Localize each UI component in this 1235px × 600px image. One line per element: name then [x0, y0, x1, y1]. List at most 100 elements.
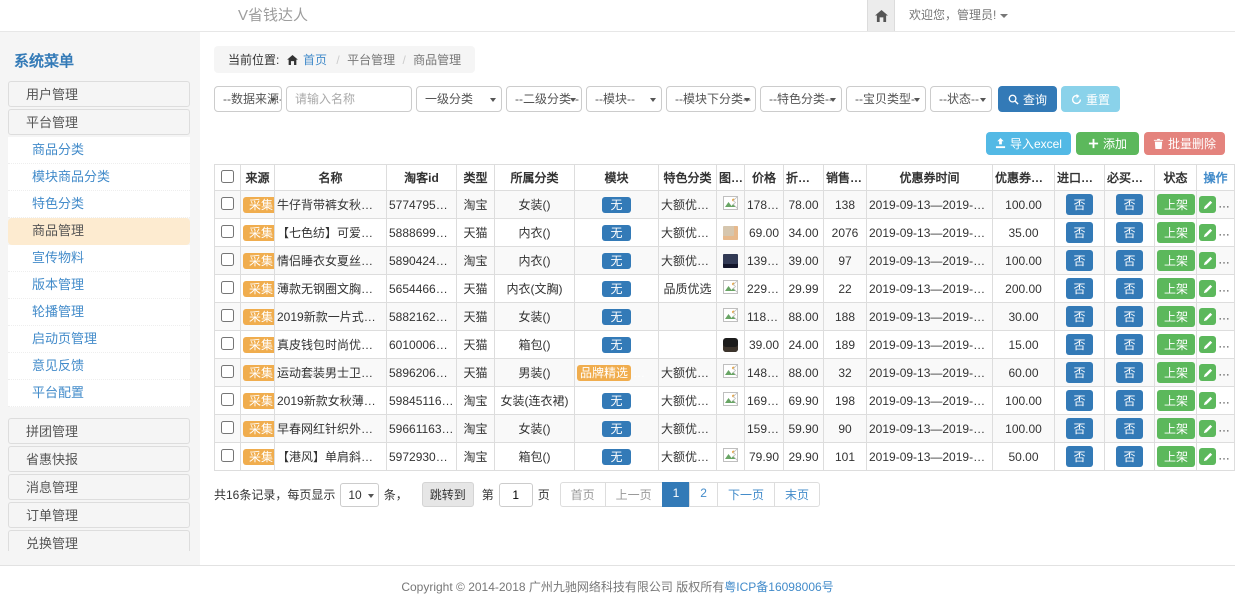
must-buy-toggle[interactable]: 否 [1116, 222, 1142, 243]
name-search-input[interactable] [286, 86, 412, 112]
edit-button[interactable] [1199, 392, 1216, 409]
pager-page-2[interactable]: 2 [689, 482, 718, 507]
sidebar-item-discount-bulletin[interactable]: 省惠快报 [8, 446, 190, 472]
sidebar-item-platform-management[interactable]: 平台管理 [8, 109, 190, 135]
status-toggle[interactable]: 上架 [1157, 334, 1195, 355]
edit-button[interactable] [1199, 420, 1216, 437]
import-select-toggle[interactable]: 否 [1066, 362, 1092, 383]
sidebar-item-promo-material[interactable]: 宣传物料 [8, 245, 190, 272]
edit-button[interactable] [1199, 280, 1216, 297]
icp-link[interactable]: 粤ICP备16098006号 [724, 580, 833, 594]
must-buy-toggle[interactable]: 否 [1116, 334, 1142, 355]
row-checkbox[interactable] [221, 253, 234, 266]
price: 178.00 [745, 191, 784, 219]
sidebar-item-message-management[interactable]: 消息管理 [8, 474, 190, 500]
import-select-toggle[interactable]: 否 [1066, 250, 1092, 271]
row-checkbox[interactable] [221, 281, 234, 294]
import-excel-button[interactable]: 导入excel [986, 132, 1071, 155]
must-buy-toggle[interactable]: 否 [1116, 278, 1142, 299]
edit-button[interactable] [1199, 224, 1216, 241]
row-checkbox[interactable] [221, 309, 234, 322]
select-all-checkbox[interactable] [221, 170, 234, 183]
level2-category-select[interactable]: --二级分类-- [506, 86, 582, 112]
edit-button[interactable] [1199, 364, 1216, 381]
status-toggle[interactable]: 上架 [1157, 222, 1195, 243]
edit-button[interactable] [1199, 308, 1216, 325]
edit-button[interactable] [1199, 252, 1216, 269]
level1-category-select[interactable]: 一级分类 [416, 86, 502, 112]
status-toggle[interactable]: 上架 [1157, 362, 1195, 383]
pager-page-1[interactable]: 1 [662, 482, 691, 507]
status-toggle[interactable]: 上架 [1157, 250, 1195, 271]
row-checkbox[interactable] [221, 365, 234, 378]
must-buy-toggle[interactable]: 否 [1116, 250, 1142, 271]
status-toggle[interactable]: 上架 [1157, 418, 1195, 439]
edit-button[interactable] [1199, 448, 1216, 465]
pager-prev-page[interactable]: 上一页 [605, 482, 663, 507]
add-button[interactable]: 添加 [1076, 132, 1139, 155]
status-toggle[interactable]: 上架 [1157, 390, 1195, 411]
pager-next-page[interactable]: 下一页 [717, 482, 775, 507]
feature-category: 大额优惠券 [659, 191, 717, 219]
row-checkbox[interactable] [221, 225, 234, 238]
sidebar-item-feedback[interactable]: 意见反馈 [8, 353, 190, 380]
import-select-toggle[interactable]: 否 [1066, 334, 1092, 355]
sidebar-item-product-management[interactable]: 商品管理 [8, 218, 190, 245]
table-row: 采集2019新款女秋薄款…598451162391淘宝女装(连衣裙)无大额优惠券… [215, 387, 1235, 415]
import-select-toggle[interactable]: 否 [1066, 306, 1092, 327]
home-button[interactable] [867, 0, 895, 31]
sidebar-item-version-management[interactable]: 版本管理 [8, 272, 190, 299]
import-select-toggle[interactable]: 否 [1066, 418, 1092, 439]
query-button[interactable]: 查询 [998, 86, 1057, 112]
row-checkbox[interactable] [221, 449, 234, 462]
page-number-input[interactable] [499, 483, 533, 507]
sidebar-item-splash-management[interactable]: 启动页管理 [8, 326, 190, 353]
jump-button[interactable]: 跳转到 [422, 482, 474, 507]
user-menu[interactable]: 欢迎您，管理员! [909, 0, 1008, 31]
row-checkbox[interactable] [221, 421, 234, 434]
batch-delete-button[interactable]: 批量删除 [1144, 132, 1225, 155]
sales-count: 22 [824, 275, 867, 303]
sidebar-item-user-management[interactable]: 用户管理 [8, 81, 190, 107]
row-checkbox[interactable] [221, 337, 234, 350]
must-buy-toggle[interactable]: 否 [1116, 390, 1142, 411]
item-type-select[interactable]: --宝贝类型-- [846, 86, 926, 112]
import-select-toggle[interactable]: 否 [1066, 194, 1092, 215]
row-checkbox[interactable] [221, 197, 234, 210]
sidebar-item-group-buy-management[interactable]: 拼团管理 [8, 418, 190, 444]
status-select[interactable]: --状态-- [930, 86, 992, 112]
must-buy-toggle[interactable]: 否 [1116, 362, 1142, 383]
status-toggle[interactable]: 上架 [1157, 306, 1195, 327]
status-toggle[interactable]: 上架 [1157, 194, 1195, 215]
import-select-toggle[interactable]: 否 [1066, 446, 1092, 467]
pager-last-page[interactable]: 末页 [774, 482, 820, 507]
module-sub-category-select[interactable]: --模块下分类-- [666, 86, 756, 112]
import-select-toggle[interactable]: 否 [1066, 278, 1092, 299]
sidebar-item-carousel-management[interactable]: 轮播管理 [8, 299, 190, 326]
must-buy-toggle[interactable]: 否 [1116, 306, 1142, 327]
module-select[interactable]: --模块-- [586, 86, 662, 112]
module-badge: 无 [602, 253, 630, 269]
status-toggle[interactable]: 上架 [1157, 446, 1195, 467]
pager-first-page[interactable]: 首页 [560, 482, 606, 507]
reset-button[interactable]: 重置 [1061, 86, 1120, 112]
sidebar-item-order-management[interactable]: 订单管理 [8, 502, 190, 528]
sidebar-item-exchange-management[interactable]: 兑换管理 [8, 530, 190, 551]
per-page-select[interactable]: 10 [340, 483, 378, 507]
import-select-toggle[interactable]: 否 [1066, 390, 1092, 411]
feature-category-select[interactable]: --特色分类-- [760, 86, 842, 112]
sidebar-item-feature-category[interactable]: 特色分类 [8, 191, 190, 218]
must-buy-toggle[interactable]: 否 [1116, 418, 1142, 439]
sidebar-item-module-product-category[interactable]: 模块商品分类 [8, 164, 190, 191]
sidebar-item-product-category[interactable]: 商品分类 [8, 137, 190, 164]
must-buy-toggle[interactable]: 否 [1116, 194, 1142, 215]
data-source-select[interactable]: --数据来源-- [214, 86, 282, 112]
edit-button[interactable] [1199, 336, 1216, 353]
import-select-toggle[interactable]: 否 [1066, 222, 1092, 243]
status-toggle[interactable]: 上架 [1157, 278, 1195, 299]
sidebar-item-platform-config[interactable]: 平台配置 [8, 380, 190, 407]
breadcrumb-home-link[interactable]: 首页 [303, 53, 327, 67]
edit-button[interactable] [1199, 196, 1216, 213]
row-checkbox[interactable] [221, 393, 234, 406]
must-buy-toggle[interactable]: 否 [1116, 446, 1142, 467]
